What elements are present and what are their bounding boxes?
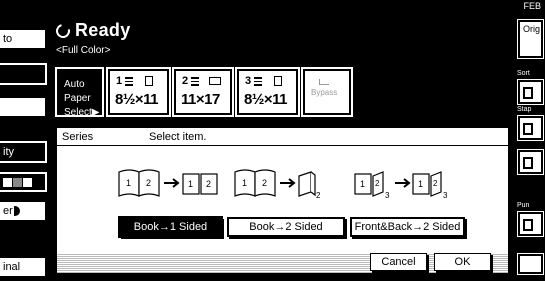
staple-button-1[interactable] bbox=[517, 115, 544, 141]
left-button-label: ity bbox=[3, 146, 14, 158]
book-to-1-sided-illustration: 1 2 1 2 bbox=[118, 169, 218, 197]
sort-icon bbox=[523, 87, 533, 99]
swatch-icon bbox=[3, 177, 12, 187]
svg-text:2: 2 bbox=[433, 179, 438, 188]
paper-stack-icon bbox=[254, 76, 263, 86]
svg-text:2: 2 bbox=[316, 191, 321, 200]
auto-paper-label-line1: Auto Paper bbox=[64, 79, 91, 104]
option-book-to-1-sided[interactable]: Book→1 Sided bbox=[118, 216, 223, 238]
staple-icon bbox=[523, 123, 533, 135]
svg-text:1: 1 bbox=[242, 178, 247, 188]
bypass-label: Bypass bbox=[311, 88, 338, 97]
sort-label: Sort bbox=[517, 70, 530, 77]
option-book-to-2-sided[interactable]: Book→2 Sided bbox=[227, 217, 345, 237]
paper-selector: Auto Paper Select▶ 1 8½×11 2 11×17 3 8½×… bbox=[50, 66, 515, 121]
staple-button-2[interactable] bbox=[517, 149, 544, 175]
option-label: Book→2 Sided bbox=[249, 221, 323, 233]
right-blank-button[interactable] bbox=[517, 253, 544, 275]
punch-label: Pun bbox=[517, 202, 530, 209]
svg-text:1: 1 bbox=[418, 179, 423, 189]
tray-3-button[interactable]: 3 8½×11 bbox=[235, 67, 300, 117]
original-label: Orig bbox=[523, 24, 541, 34]
tray-size: 8½×11 bbox=[244, 91, 287, 108]
paper-stack-icon bbox=[125, 76, 134, 86]
left-button-lighter[interactable]: er bbox=[0, 200, 47, 222]
tray-size: 8½×11 bbox=[115, 91, 158, 108]
portrait-paper-icon bbox=[274, 76, 283, 86]
left-button-original[interactable]: inal bbox=[0, 256, 47, 278]
auto-paper-label-line2: Select▶ bbox=[64, 107, 100, 118]
paper-stack-icon bbox=[191, 76, 200, 86]
staple-label: Stap bbox=[517, 106, 532, 113]
top-right-date-text: FEB bbox=[523, 1, 541, 11]
option-label: Book→1 Sided bbox=[133, 221, 208, 233]
ready-ring-icon bbox=[53, 20, 73, 41]
tray-number: 1 bbox=[116, 75, 123, 87]
half-circle-icon bbox=[13, 206, 20, 216]
swatch-icon bbox=[23, 177, 32, 187]
left-button-label: to bbox=[3, 33, 13, 45]
staple-icon bbox=[523, 157, 533, 169]
svg-text:2: 2 bbox=[146, 178, 151, 188]
tray-number: 3 bbox=[245, 75, 252, 87]
left-panel: to ity er inal bbox=[0, 14, 50, 281]
svg-text:3: 3 bbox=[385, 191, 390, 200]
dialog-instruction: Select item. bbox=[149, 131, 207, 143]
option-label: Front&Back→2 Sided bbox=[354, 221, 461, 233]
bypass-tray-icon bbox=[319, 79, 330, 85]
top-bar: FEB bbox=[0, 0, 545, 14]
bypass-tray-button[interactable]: Bypass bbox=[301, 67, 353, 117]
cancel-label: Cancel bbox=[381, 256, 416, 268]
svg-text:2: 2 bbox=[375, 179, 380, 188]
color-mode-label: <Full Color> bbox=[56, 45, 111, 56]
book-to-2-sided-illustration: 1 2 2 bbox=[234, 169, 321, 200]
option-front-back-to-2-sided[interactable]: Front&Back→2 Sided bbox=[350, 217, 465, 237]
tray-1-button[interactable]: 1 8½×11 bbox=[106, 67, 171, 117]
left-button-blank[interactable] bbox=[0, 96, 47, 118]
left-button-dark[interactable] bbox=[0, 63, 47, 85]
original-type-button[interactable]: Orig bbox=[517, 19, 544, 59]
svg-text:2: 2 bbox=[206, 179, 211, 189]
svg-text:1: 1 bbox=[126, 178, 131, 188]
svg-text:1: 1 bbox=[360, 179, 365, 189]
sort-button[interactable] bbox=[517, 79, 544, 105]
status-title: Ready bbox=[75, 20, 131, 40]
portrait-paper-icon bbox=[145, 76, 154, 86]
punch-icon bbox=[523, 219, 533, 231]
svg-text:2: 2 bbox=[262, 178, 267, 188]
left-button-color-swatch[interactable] bbox=[0, 172, 47, 192]
swatch-icon bbox=[13, 177, 22, 187]
tray-size: 11×17 bbox=[181, 91, 220, 108]
left-button-auto[interactable]: to bbox=[0, 28, 47, 50]
right-panel: Orig Sort Stap Pun bbox=[515, 14, 545, 281]
left-button-label: inal bbox=[3, 261, 21, 273]
front-back-to-2-sided-illustration: 1 2 3 1 2 3 bbox=[354, 171, 448, 200]
ok-label: OK bbox=[454, 256, 471, 268]
tray-number: 2 bbox=[182, 75, 189, 87]
auto-paper-select-button[interactable]: Auto Paper Select▶ bbox=[55, 67, 104, 118]
cancel-button[interactable]: Cancel bbox=[370, 253, 427, 271]
punch-button[interactable] bbox=[517, 211, 544, 237]
dialog-title: Series bbox=[62, 131, 94, 143]
left-button-quality[interactable]: ity bbox=[0, 141, 47, 163]
series-dialog: Series Select item. 1 2 1 2 1 2 2 1 2 3 … bbox=[50, 121, 515, 281]
left-button-label: er bbox=[3, 205, 13, 217]
svg-text:1: 1 bbox=[188, 179, 193, 189]
dialog-header: Series Select item. bbox=[57, 128, 510, 146]
svg-text:3: 3 bbox=[443, 191, 448, 200]
status-header: Ready <Full Color> bbox=[50, 14, 515, 66]
landscape-paper-icon bbox=[209, 77, 222, 85]
tray-2-button[interactable]: 2 11×17 bbox=[172, 67, 234, 117]
ok-button[interactable]: OK bbox=[434, 253, 491, 271]
